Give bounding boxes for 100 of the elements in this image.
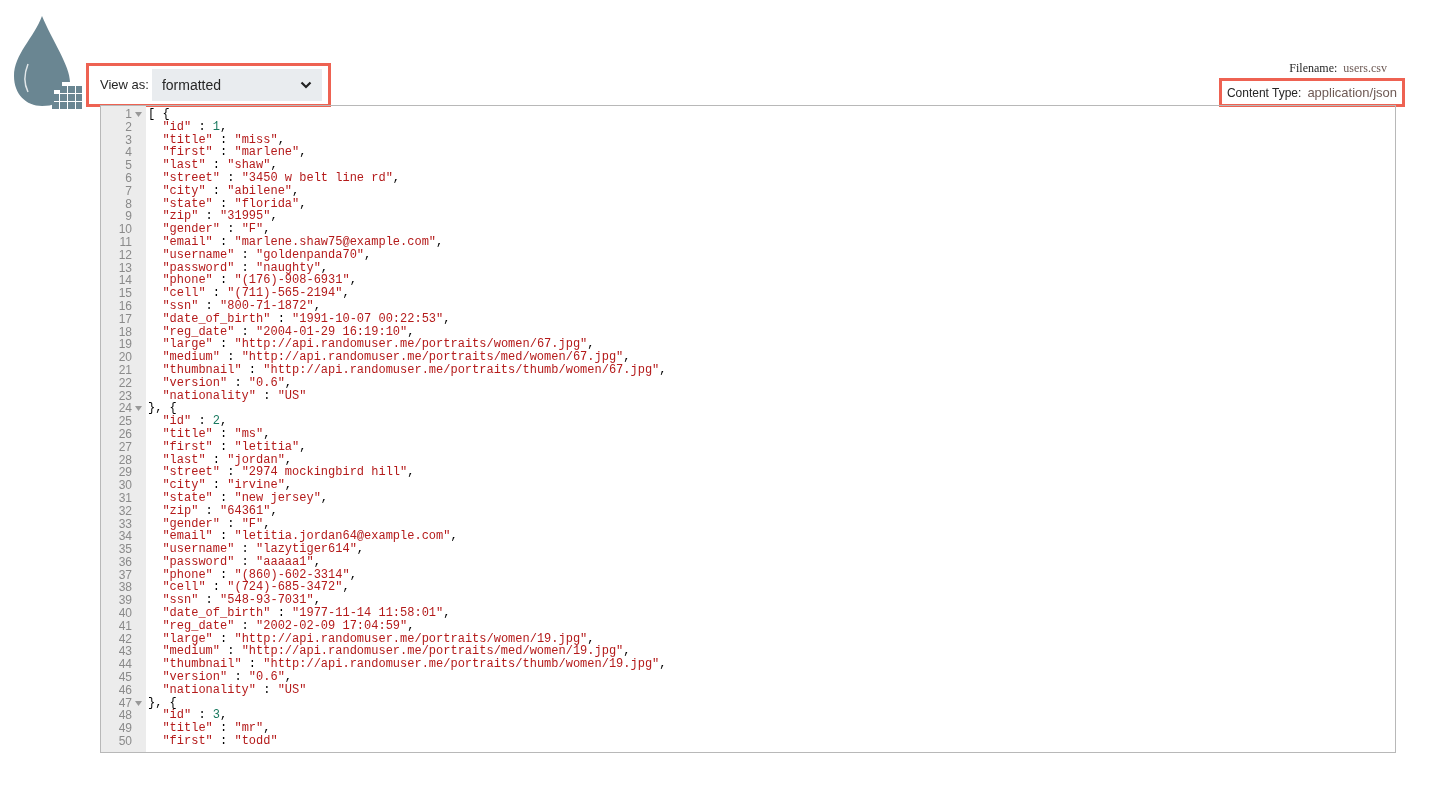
line-number: 13 <box>118 261 132 275</box>
code-line: "title" : "miss", <box>161 133 285 147</box>
code-line: "street" : "2974 mockingbird hill", <box>161 466 415 480</box>
code-line: "username" : "goldenpanda70", <box>161 248 372 262</box>
line-number: 14 <box>118 274 132 288</box>
line-number: 15 <box>118 287 132 300</box>
code-line: "state" : "florida", <box>161 197 307 211</box>
line-number: 32 <box>118 504 132 518</box>
code-line: "first" : "letitia", <box>161 440 307 454</box>
code-line: "id" : 1, <box>161 120 228 134</box>
code-line: "reg_date" : "2004-01-29 16:19:10", <box>161 325 415 339</box>
line-number: 28 <box>118 453 132 467</box>
line-number: 30 <box>118 479 132 492</box>
code-line: "city" : "irvine", <box>161 479 293 492</box>
line-number: 40 <box>118 607 132 620</box>
code-line: "phone" : "(860)-602-3314", <box>161 568 357 582</box>
line-number: 43 <box>118 645 132 659</box>
content-type-label: Content Type: <box>1226 84 1302 102</box>
droplet-logo-icon <box>12 14 82 110</box>
code-line: "city" : "abilene", <box>161 184 300 198</box>
line-number: 24 <box>118 402 132 416</box>
view-as-dropdown[interactable]: formatted <box>151 69 322 101</box>
code-line: "thumbnail" : "http://api.randomuser.me/portraits/thumb/women/19.jpg", <box>161 658 667 672</box>
line-number: 50 <box>118 735 132 748</box>
line-number: 37 <box>118 568 132 582</box>
code-line: "ssn" : "548-93-7031", <box>161 594 321 608</box>
code-line: "gender" : "F", <box>161 517 271 531</box>
code-line: "date_of_birth" : "1977-11-14 11:58:01", <box>161 607 451 620</box>
view-as-label: View as: <box>100 76 149 95</box>
code-line: "state" : "new jersey", <box>161 491 329 505</box>
code-line: "large" : "http://api.randomuser.me/portraits/women/19.jpg", <box>161 632 595 646</box>
line-number: 41 <box>118 619 132 633</box>
line-number: 3 <box>125 133 132 147</box>
line-number: 34 <box>118 530 132 544</box>
content-type-value: application/json <box>1307 83 1397 102</box>
line-number: 42 <box>118 632 132 646</box>
fold-caret-icon[interactable] <box>134 406 142 412</box>
code-editor[interactable] <box>100 105 1396 753</box>
code-line: "nationality" : "US" <box>161 389 307 403</box>
line-number: 19 <box>118 338 132 352</box>
line-number: 44 <box>118 658 132 672</box>
code-line: "email" : "letitia.jordan64@example.com", <box>161 530 458 544</box>
line-number: 11 <box>119 235 132 249</box>
line-number: 4 <box>125 146 132 160</box>
code-line: "thumbnail" : "http://api.randomuser.me/portraits/thumb/women/67.jpg", <box>161 363 667 377</box>
line-number: 35 <box>118 543 132 556</box>
code-line: "first" : "todd" <box>161 735 278 748</box>
code-line: "date_of_birth" : "1991-10-07 00:22:53", <box>161 312 451 326</box>
chevron-down-icon <box>299 81 312 89</box>
line-number: 16 <box>118 299 132 313</box>
line-number: 39 <box>118 594 132 608</box>
code-line: "street" : "3450 w belt line rd", <box>161 172 401 185</box>
line-number: 8 <box>125 197 132 211</box>
code-line: "phone" : "(176)-908-6931", <box>161 274 357 288</box>
code-line: "last" : "shaw", <box>161 159 278 172</box>
code-line: "reg_date" : "2002-02-09 17:04:59", <box>161 619 415 633</box>
line-number: 38 <box>118 581 132 595</box>
line-number: 33 <box>118 517 132 531</box>
code-line: "id" : 2, <box>161 415 228 428</box>
code-line: "zip" : "64361", <box>161 504 278 518</box>
line-number: 20 <box>118 351 132 364</box>
code-line: "zip" : "31995", <box>161 210 278 224</box>
code-line: "gender" : "F", <box>161 223 271 236</box>
code-line: }, { <box>147 402 177 416</box>
line-number: 49 <box>118 722 132 736</box>
line-number: 47 <box>118 696 132 710</box>
filename-value: users.csv <box>1343 60 1387 77</box>
code-line: "title" : "mr", <box>161 722 271 736</box>
line-number: 48 <box>118 709 132 723</box>
code-line: "cell" : "(711)-565-2194", <box>161 287 350 300</box>
code-line: "medium" : "http://api.randomuser.me/portraits/med/women/19.jpg", <box>161 645 631 659</box>
code-line: "version" : "0.6", <box>161 376 293 390</box>
fold-caret-icon[interactable] <box>134 700 142 706</box>
line-number: 22 <box>118 376 132 390</box>
line-number: 2 <box>125 120 132 134</box>
code-line: "title" : "ms", <box>161 427 271 441</box>
code-line: "password" : "aaaaa1", <box>161 555 321 569</box>
code-line: "id" : 3, <box>161 709 228 723</box>
line-number: 1 <box>125 108 132 121</box>
line-number: 26 <box>118 427 132 441</box>
code-line: "cell" : "(724)-685-3472", <box>161 581 350 595</box>
line-number: 17 <box>118 312 132 326</box>
line-number: 31 <box>118 491 132 505</box>
line-number: 10 <box>118 223 132 236</box>
line-number: 12 <box>118 248 132 262</box>
line-number: 36 <box>118 555 132 569</box>
line-number: 25 <box>118 415 132 428</box>
code-line: "first" : "marlene", <box>161 146 307 160</box>
code-line: "nationality" : "US" <box>161 683 307 697</box>
line-number: 18 <box>118 325 132 339</box>
code-line: [ { <box>147 108 170 121</box>
fold-caret-icon[interactable] <box>134 111 142 117</box>
code-line: "last" : "jordan", <box>161 453 293 467</box>
line-number: 27 <box>118 440 132 454</box>
line-number: 23 <box>118 389 132 403</box>
filename-label: Filename: <box>1289 60 1338 77</box>
line-number: 9 <box>125 210 132 224</box>
line-number: 45 <box>118 671 132 684</box>
line-number: 6 <box>125 172 132 185</box>
line-number: 46 <box>118 683 132 697</box>
